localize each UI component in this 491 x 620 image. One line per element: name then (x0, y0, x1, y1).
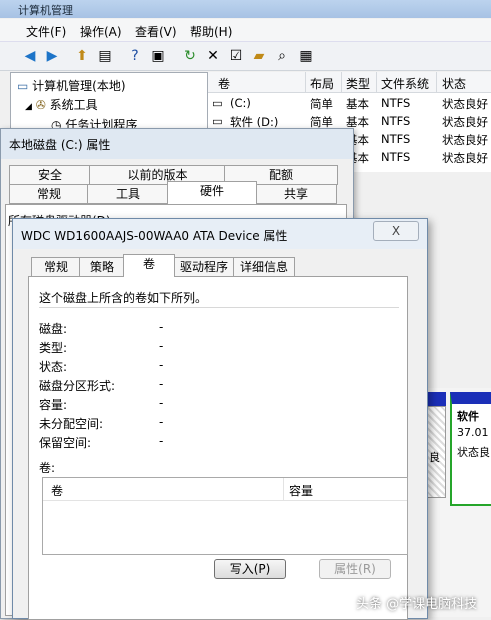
field-label: 未分配空间: (39, 417, 104, 431)
open-folder-icon[interactable]: ▰ (249, 46, 269, 66)
tab-security[interactable]: 安全 (9, 165, 91, 185)
console-icon[interactable]: ▣ (148, 46, 168, 66)
volume-list-header: 卷 布局 类型 文件系统 状态 (208, 72, 491, 93)
column-type[interactable]: 类型 (346, 75, 370, 92)
tab-tools[interactable]: 工具 (87, 184, 169, 204)
partition-software[interactable]: 软件 37.01 状态良 (450, 392, 491, 506)
menu-help[interactable]: 帮助(H) (190, 23, 232, 40)
volume-table-header: 卷 容量 (43, 478, 407, 501)
menu-file[interactable]: 文件(F) (26, 23, 66, 40)
tab-general[interactable]: 常规 (31, 257, 81, 276)
drive-icon: ▭ (212, 114, 223, 128)
field-label: 磁盘: (39, 322, 68, 336)
dialog-title-bar: WDC WD1600AAJS-00WAA0 ATA Device 属性 (13, 219, 427, 249)
computer-icon: ▭ (17, 79, 29, 93)
title-bar: 计算机管理 (0, 0, 491, 18)
search-icon[interactable]: ⌕ (272, 46, 292, 66)
tab-policy[interactable]: 策略 (79, 257, 125, 276)
up-folder-icon[interactable]: ⬆ (72, 46, 92, 66)
divider (39, 307, 399, 308)
field-value: - (159, 377, 164, 391)
menu-action[interactable]: 操作(A) (80, 23, 122, 40)
properties-icon[interactable]: ☑ (226, 46, 246, 66)
show-hide-tree-icon[interactable]: ▤ (95, 46, 115, 66)
field-value: - (159, 434, 164, 448)
refresh-icon[interactable]: ↻ (180, 46, 200, 66)
device-properties-dialog: WDC WD1600AAJS-00WAA0 ATA Device 属性 X 常规… (12, 218, 428, 620)
drive-icon: ▭ (212, 96, 223, 110)
tree-item-computer-management[interactable]: ▭ 计算机管理(本地) (17, 77, 126, 94)
window-title: 计算机管理 (18, 4, 73, 17)
intro-text: 这个磁盘上所含的卷如下所列。 (39, 291, 208, 305)
field-value: - (159, 415, 164, 429)
close-button[interactable]: X (373, 221, 419, 241)
field-label: 容量: (39, 398, 68, 412)
tree-label: 系统工具 (49, 98, 98, 112)
volumes-panel: 这个磁盘上所含的卷如下所列。 磁盘: - 类型: - 状态: - 磁盘分区形式:… (28, 276, 408, 620)
field-label: 状态: (39, 360, 68, 374)
dialog-title-bar: 本地磁盘 (C:) 属性 (1, 129, 353, 159)
watermark: 头条 @学课电脑科技 (356, 597, 478, 612)
column-volume[interactable]: 卷 (218, 75, 230, 92)
tab-driver[interactable]: 驱动程序 (173, 257, 235, 276)
volumes-label: 卷: (39, 461, 56, 475)
tree-label: 计算机管理(本地) (32, 79, 126, 93)
populate-button[interactable]: 写入(P) (214, 559, 286, 579)
help-icon[interactable]: ? (125, 46, 145, 66)
tools-icon: ✇ (35, 98, 46, 112)
tree-item-system-tools[interactable]: ◢ ✇ 系统工具 (25, 96, 98, 113)
field-value: - (159, 320, 164, 334)
tab-volumes[interactable]: 卷 (123, 254, 175, 277)
column-status[interactable]: 状态 (442, 75, 466, 92)
field-label: 保留空间: (39, 436, 92, 450)
toolbar: ◀ ▶ ⬆ ▤ ? ▣ ↻ ✕ ☑ ▰ ⌕ ▦ (0, 42, 491, 71)
column-capacity[interactable]: 容量 (289, 482, 313, 499)
field-label: 磁盘分区形式: (39, 379, 116, 393)
tab-hardware[interactable]: 硬件 (167, 181, 257, 205)
delete-icon[interactable]: ✕ (203, 46, 223, 66)
menu-bar: 文件(F) 操作(A) 查看(V) 帮助(H) (0, 19, 491, 42)
field-value: - (159, 339, 164, 353)
expand-arrow-icon: ◢ (25, 102, 32, 112)
tab-general[interactable]: 常规 (9, 184, 89, 204)
tab-sharing[interactable]: 共享 (255, 184, 337, 204)
dialog-title: WDC WD1600AAJS-00WAA0 ATA Device 属性 (21, 229, 288, 243)
field-label: 类型: (39, 341, 68, 355)
column-filesystem[interactable]: 文件系统 (381, 75, 429, 92)
volume-table[interactable]: 卷 容量 (42, 477, 408, 555)
dialog-title: 本地磁盘 (C:) 属性 (9, 138, 111, 152)
menu-view[interactable]: 查看(V) (135, 23, 177, 40)
column-layout[interactable]: 布局 (310, 75, 334, 92)
field-value: - (159, 358, 164, 372)
column-volume[interactable]: 卷 (51, 482, 63, 499)
field-value: - (159, 396, 164, 410)
back-icon[interactable]: ◀ (20, 46, 40, 66)
tab-details[interactable]: 详细信息 (233, 257, 295, 276)
properties-button[interactable]: 属性(R) (319, 559, 391, 579)
forward-icon[interactable]: ▶ (42, 46, 62, 66)
disk-icon[interactable]: ▦ (296, 46, 316, 66)
